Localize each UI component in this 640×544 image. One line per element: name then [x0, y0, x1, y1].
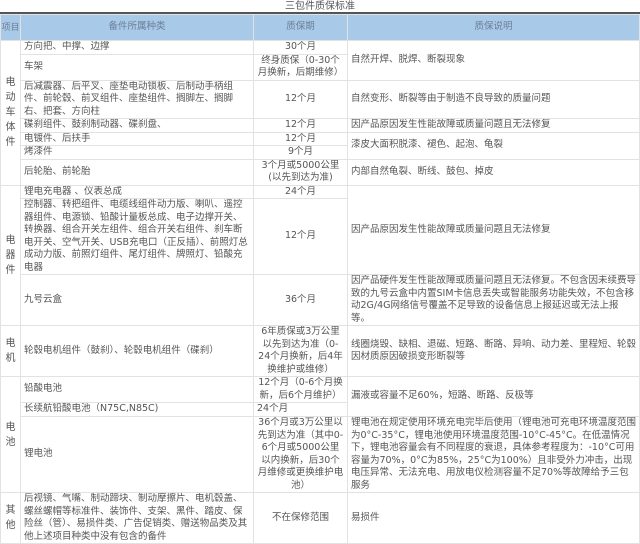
period-cell: 24个月 [253, 184, 348, 199]
header-period: 质保期 [253, 14, 348, 41]
category-cell: 后轮胎、前轮胎 [20, 158, 254, 186]
group-label: 电池 [0, 376, 21, 493]
category-cell: 锂电池 [20, 416, 254, 493]
category-cell: 锂电充电器 、仪表总成 [20, 184, 254, 199]
description-cell: 因产品原因发生性能故障或质量问题且无法修复 [347, 118, 640, 133]
description-cell: 锂电池在规定使用环境充电完毕后使用（锂电池可充电环境温度范围为0°C-35°C，… [347, 416, 640, 493]
period-cell: 12个月 [253, 118, 348, 133]
table-row: 九号云盒 36个月 因产品硬件发生性能故障或质量问题且无法修复。不包含因未续费导… [1, 274, 640, 326]
description-cell: 线圈烧毁、缺相、退磁、短路、断路、异响、动力差、里程短、轮毂因材质原因破损变形断… [347, 325, 640, 377]
category-cell: 车架 [20, 53, 254, 81]
description-cell: 自然开焊、脱焊、断裂现象 [347, 40, 640, 81]
group-label: 电机 [0, 325, 21, 377]
period-cell: 3个月或5000公里(以先到达为准) [253, 158, 348, 186]
table-row: 电镀件、后扶手 12个月 漆皮大面积脱漆、褪色、起泡、龟裂 [1, 131, 640, 160]
category-cell: 九号云盒 [20, 274, 254, 326]
table-row: 电机 轮毂电机组件（鼓刹）、轮毂电机组件（碟刹） 6年质保或3万公里以先到达为准… [0, 325, 640, 377]
description-cell: 因产品原因发生性能故障或质量问题且无法修复 [347, 184, 640, 275]
header-item: 项目 [0, 14, 21, 41]
category-cell: 长续航铅酸电池（N75C,N85C) [20, 402, 254, 417]
table-row: 碟刹组件、鼓刹制动器、碟刹盘、 12个月 因产品原因发生性能故障或质量问题且无法… [1, 118, 640, 133]
description-cell: 内部自然龟裂、断线、鼓包、掉皮 [347, 158, 640, 186]
description-cell: 漆皮大面积脱漆、褪色、起泡、龟裂 [347, 131, 640, 160]
table-row: 其他 后视镜、气嘴、制动蹄块、制动摩擦片、电机毂盖、螺丝螺帽等标准件、装饰件、支… [0, 492, 640, 544]
table-row: 后减震器、后平叉、座垫电动锁板、后制动手柄组件、前轮毂、前叉组件、座垫组件、搁脚… [1, 79, 640, 119]
table-row: 锂电池 36个月或3万公里以先到达为准（其中0-6个月或5000公里以内换新，后… [1, 416, 640, 493]
category-cell: 铅酸电池 [20, 376, 254, 403]
period-cell: 12个月 [253, 79, 348, 119]
description-cell: 自然变形、断裂等由于制造不良导致的质量问题 [347, 79, 640, 119]
description-cell: 易损件 [347, 492, 640, 544]
category-cell: 后减震器、后平叉、座垫电动锁板、后制动手柄组件、前轮毂、前叉组件、座垫组件、搁脚… [20, 79, 254, 119]
header-category: 备件所属种类 [20, 14, 254, 41]
table-row: 电器件 锂电充电器 、仪表总成 24个月 因产品原因发生性能故障或质量问题且无法… [0, 184, 640, 326]
period-cell: 6年质保或3万公里以先到达为准（0-24个月换新，后4年换维护或维修） [253, 325, 348, 377]
category-cell: 烤漆件 [20, 145, 254, 160]
period-cell: 36个月 [253, 274, 348, 326]
description-cell: 漏液或容量不足60%，短路、断路、反极等 [347, 376, 640, 417]
group-label: 其他 [0, 492, 21, 544]
category-cell: 碟刹组件、鼓刹制动器、碟刹盘、 [20, 118, 254, 133]
period-cell: 36个月或3万公里以先到达为准（其中0-6个月或5000公里以内换新，后30个月… [253, 416, 348, 493]
description-cell: 因产品硬件发生性能故障或质量问题且无法修复。不包含因未续费导致的九号云盒中内置S… [347, 274, 640, 326]
group-label: 电动车体件 [0, 40, 21, 186]
period-cell: 9个月 [253, 145, 348, 160]
category-cell: 后视镜、气嘴、制动蹄块、制动摩擦片、电机毂盖、螺丝螺帽等标准件、装饰件、支架、黑… [20, 492, 254, 544]
table-row: 电动车体件 方向把、中撑、边撑 30个月 自然开焊、脱焊、断裂现象 [0, 40, 640, 186]
category-cell: 方向把、中撑、边撑 [20, 40, 254, 55]
category-cell: 电镀件、后扶手 [20, 131, 254, 146]
period-cell: 24个月 [253, 402, 348, 417]
period-cell: 不在保修范围 [253, 492, 348, 544]
period-cell: 12个月 [253, 198, 348, 275]
table-row: 电池 铅酸电池 12个月（0-6个月换新，后6个月维护） 漏液或容量不足60%，… [0, 376, 640, 493]
period-cell: 30个月 [253, 40, 348, 55]
category-cell: 控制器、转把组件、电缆线组件动力版、喇叭、遥控器组件、电源锁、铅酸计量板总成、电… [20, 198, 254, 275]
period-cell: 终身质保（0-30个月换新，后期维修） [253, 53, 348, 81]
header-description: 质保说明 [347, 14, 640, 41]
table-row: 后轮胎、前轮胎 3个月或5000公里(以先到达为准) 内部自然龟裂、断线、鼓包、… [1, 158, 640, 186]
header-row: 项目 备件所属种类 质保期 质保说明 [0, 14, 640, 41]
period-cell: 12个月 [253, 131, 348, 146]
group-label: 电器件 [0, 184, 21, 326]
period-cell: 12个月（0-6个月换新，后6个月维护） [253, 376, 348, 403]
category-cell: 轮毂电机组件（鼓刹）、轮毂电机组件（碟刹） [20, 325, 254, 377]
warranty-table: 项目 备件所属种类 质保期 质保说明 电动车体件 方向把、中撑、边撑 30个月 … [0, 14, 640, 544]
